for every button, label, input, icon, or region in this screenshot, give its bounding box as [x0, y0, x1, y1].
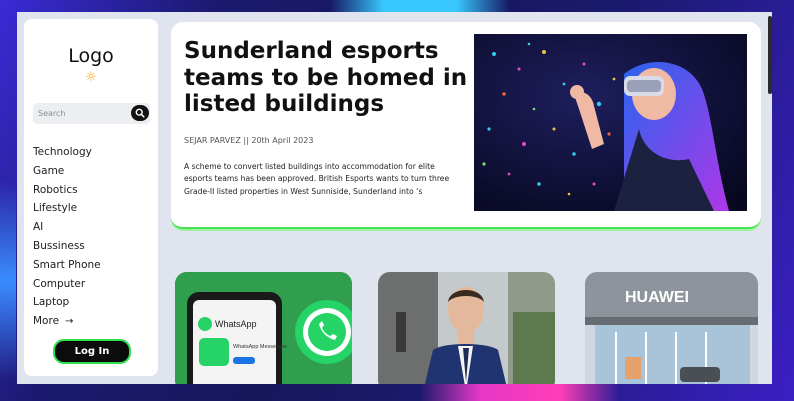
- frame-glow-top: [330, 0, 510, 12]
- article-card-whatsapp[interactable]: WhatsApp WhatsApp Messenger: [175, 272, 352, 384]
- sidebar: Logo ☼ Technology Game Robotics Lifestyl…: [24, 19, 158, 376]
- arrow-right-icon: →: [65, 316, 74, 328]
- nav-item-more-label: More: [33, 315, 60, 328]
- featured-meta: SEJAR PARVEZ || 20th April 2023: [184, 136, 314, 145]
- nav-item-game[interactable]: Game: [33, 162, 101, 181]
- search-box: [33, 103, 150, 124]
- nav-item-technology[interactable]: Technology: [33, 143, 101, 162]
- site-logo[interactable]: Logo: [24, 45, 158, 67]
- nav-item-laptop[interactable]: Laptop: [33, 293, 101, 312]
- featured-excerpt: A scheme to convert listed buildings int…: [184, 162, 450, 196]
- featured-image-vr-woman[interactable]: [474, 34, 747, 211]
- featured-article[interactable]: Sunderland esports teams to be homed in …: [171, 22, 761, 229]
- nav-item-more[interactable]: More →: [33, 312, 101, 331]
- featured-title[interactable]: Sunderland esports teams to be homed in …: [184, 38, 474, 118]
- search-icon: [135, 108, 145, 118]
- nav-item-robotics[interactable]: Robotics: [33, 181, 101, 200]
- search-button[interactable]: [131, 105, 149, 121]
- huawei-sign-text: HUAWEI: [625, 289, 689, 306]
- vr-woman-illustration: [474, 34, 747, 211]
- whatsapp-app-title: WhatsApp Messenger: [233, 344, 287, 350]
- person-in-suit-image: [378, 272, 555, 384]
- frame-glow-left: [0, 180, 16, 380]
- article-card-huawei[interactable]: HUAWEI: [585, 272, 758, 384]
- nav-item-business[interactable]: Bussiness: [33, 237, 101, 256]
- whatsapp-brand-text: WhatsApp: [215, 319, 257, 329]
- sidebar-nav: Technology Game Robotics Lifestyle AI Bu…: [33, 143, 101, 331]
- scrollbar-thumb[interactable]: [768, 16, 772, 94]
- sun-icon[interactable]: ☼: [84, 71, 98, 85]
- article-card-person[interactable]: [378, 272, 555, 384]
- nav-item-smart-phone[interactable]: Smart Phone: [33, 256, 101, 275]
- nav-item-lifestyle[interactable]: Lifestyle: [33, 199, 101, 218]
- nav-item-ai[interactable]: AI: [33, 218, 101, 237]
- huawei-store-image: HUAWEI: [585, 272, 758, 384]
- login-button[interactable]: Log In: [53, 339, 131, 364]
- whatsapp-image: WhatsApp WhatsApp Messenger: [175, 272, 352, 384]
- search-input[interactable]: [33, 103, 126, 124]
- nav-item-computer[interactable]: Computer: [33, 275, 101, 294]
- frame-glow-bottom: [420, 383, 620, 401]
- web-page: Logo ☼ Technology Game Robotics Lifestyl…: [17, 12, 772, 384]
